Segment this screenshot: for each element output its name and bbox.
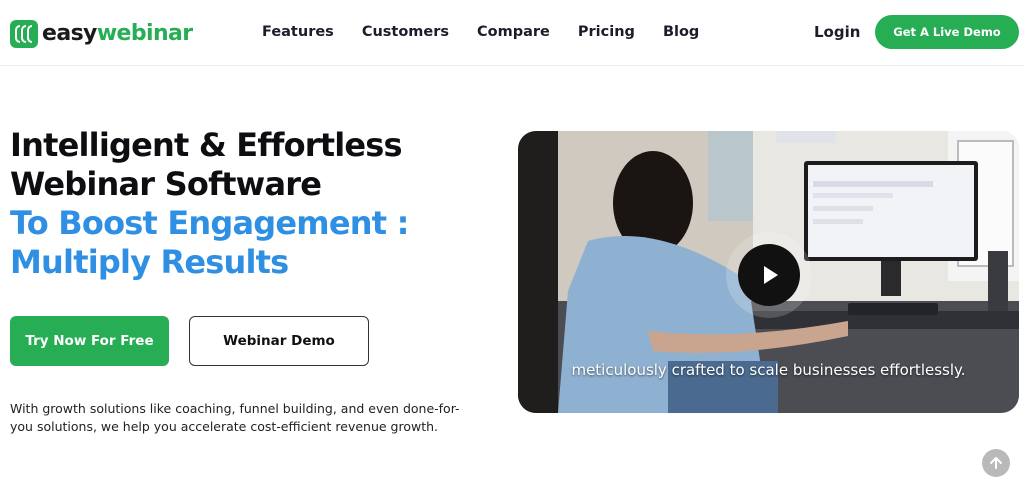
hero-video[interactable]: meticulously crafted to scale businesses…: [518, 131, 1019, 413]
hero-title-line3: To Boost Engagement :: [10, 204, 409, 242]
live-demo-button[interactable]: Get A Live Demo: [875, 15, 1019, 49]
nav-customers[interactable]: Customers: [362, 24, 449, 40]
hero-title-line4: Multiply Results: [10, 243, 289, 281]
hero-description: With growth solutions like coaching, fun…: [10, 401, 460, 434]
scroll-top-button[interactable]: [982, 449, 1010, 477]
hero-title: Intelligent & Effortless Webinar Softwar…: [10, 126, 409, 282]
brand-logo[interactable]: easywebinar: [10, 20, 193, 48]
nav-blog[interactable]: Blog: [663, 24, 699, 40]
webinar-demo-button[interactable]: Webinar Demo: [189, 316, 369, 366]
hero-title-line2: Webinar Software: [10, 165, 322, 203]
brand-name: easywebinar: [42, 20, 193, 48]
brand-name-part1: easy: [42, 21, 97, 46]
brand-name-part2: webinar: [96, 21, 193, 46]
arrow-up-icon: [990, 457, 1002, 469]
try-now-button[interactable]: Try Now For Free: [10, 316, 169, 366]
nav-features[interactable]: Features: [262, 24, 334, 40]
nav-pricing[interactable]: Pricing: [578, 24, 635, 40]
play-button[interactable]: [738, 244, 800, 306]
main-nav: Features Customers Compare Pricing Blog: [262, 24, 727, 40]
logo-mark-icon: [10, 20, 38, 48]
nav-compare[interactable]: Compare: [477, 24, 550, 40]
video-caption: meticulously crafted to scale businesses…: [571, 361, 966, 379]
play-icon: [764, 266, 778, 284]
hero-title-line1: Intelligent & Effortless: [10, 126, 403, 164]
site-header: easywebinar Features Customers Compare P…: [0, 0, 1024, 66]
login-link[interactable]: Login: [814, 23, 860, 41]
